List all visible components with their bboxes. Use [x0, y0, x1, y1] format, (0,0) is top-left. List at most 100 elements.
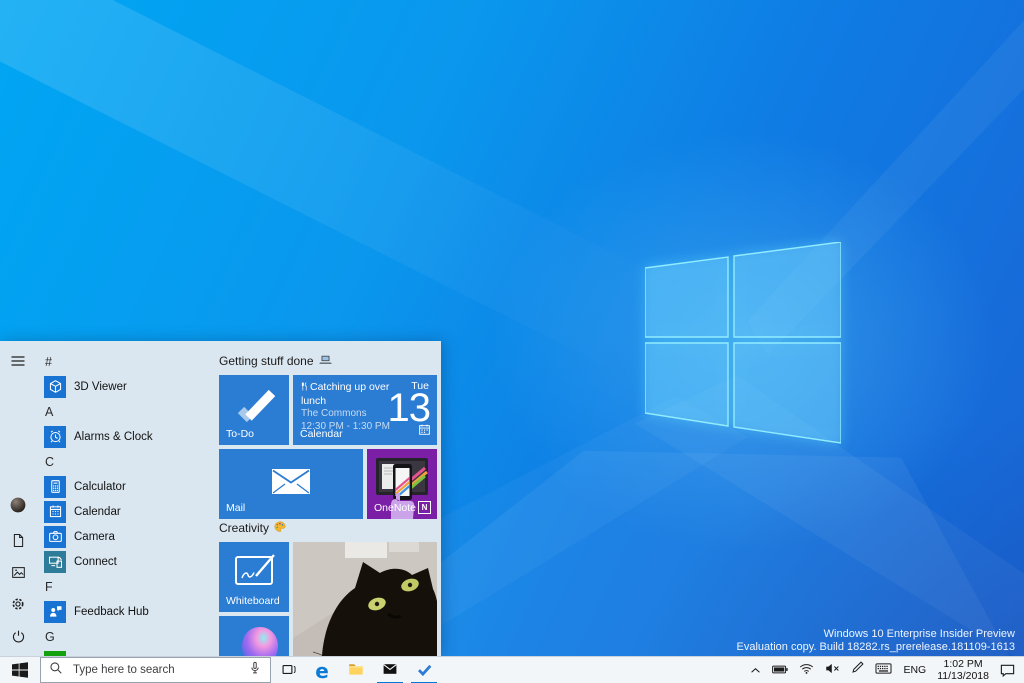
palette-emoji-icon [274, 521, 286, 535]
gear-icon [10, 596, 26, 617]
tile-whiteboard[interactable]: Whiteboard [219, 542, 289, 612]
search-box[interactable] [40, 657, 271, 683]
pen-settings[interactable] [851, 661, 865, 679]
tile-group-header-getting-stuff-done[interactable]: Getting stuff done [219, 354, 332, 368]
app-item-label: Connect [74, 555, 117, 568]
tile-calendar-label: Calendar [300, 428, 343, 440]
app-list-header-c[interactable]: C [36, 449, 216, 474]
fork-knife-icon [301, 382, 308, 395]
pictures-icon [11, 565, 26, 585]
app-item-camera[interactable]: Camera [36, 524, 216, 549]
user-avatar [10, 497, 26, 518]
app-list-header-a[interactable]: A [36, 399, 216, 424]
rail-pictures-button[interactable] [0, 559, 36, 591]
start-rail [0, 341, 36, 656]
chevron-up-icon [750, 661, 761, 679]
clock-date: 11/13/2018 [937, 670, 989, 682]
battery-indicator[interactable] [772, 661, 789, 679]
app-item-label: 3D Viewer [74, 380, 127, 393]
tile-group-header-creativity[interactable]: Creativity [219, 521, 286, 535]
action-center-icon [1000, 664, 1015, 677]
task-view-button[interactable] [271, 657, 305, 683]
start-button[interactable] [0, 657, 40, 683]
watermark-line1: Windows 10 Enterprise Insider Preview [823, 628, 1015, 640]
calendar-event-location: The Commons [301, 408, 367, 419]
file-explorer-button[interactable] [339, 657, 373, 683]
app-item-calculator[interactable]: Calculator [36, 474, 216, 499]
app-item-label: Feedback Hub [74, 605, 149, 618]
folder-icon [348, 661, 364, 680]
rail-documents-button[interactable] [0, 527, 36, 559]
tile-photos-cat[interactable] [293, 542, 437, 656]
tile-calendar[interactable]: Catching up over lunch The Commons 12:30… [293, 375, 437, 445]
app-item-calendar[interactable]: Calendar [36, 499, 216, 524]
group2-label: Creativity [219, 521, 270, 535]
network-indicator[interactable] [799, 661, 814, 679]
hidden-icons-button[interactable] [750, 661, 761, 679]
cat-photo [293, 542, 437, 656]
calendar-glyph-icon [419, 422, 430, 440]
windows-start-icon [12, 662, 28, 678]
rail-user-button[interactable] [0, 491, 36, 523]
volume-indicator[interactable] [825, 661, 840, 679]
app-item-alarms-clock[interactable]: Alarms & Clock [36, 424, 216, 449]
app-item-connect[interactable]: Connect [36, 549, 216, 574]
tile-whiteboard-label: Whiteboard [226, 595, 280, 607]
rail-expand-button[interactable] [0, 347, 36, 379]
language-indicator[interactable]: ENG [903, 664, 926, 676]
watermark: Windows 10 Enterprise Insider Preview Ev… [737, 628, 1015, 654]
app-item-label: Calendar [74, 505, 121, 518]
search-icon [49, 661, 63, 680]
mail-button[interactable] [373, 657, 407, 683]
calendar-event: Catching up over lunch The Commons 12:30… [301, 381, 397, 433]
app-item-label: Camera [74, 530, 115, 543]
todo-taskbar-icon [416, 661, 433, 681]
tile-onenote[interactable]: OneNote N [367, 449, 437, 519]
app-item-feedback-hub[interactable]: Feedback Hub [36, 599, 216, 624]
volume-muted-icon [825, 661, 840, 679]
envelope-icon [272, 469, 310, 494]
paint3d-balloon-icon [242, 627, 278, 656]
rail-settings-button[interactable] [0, 590, 36, 622]
pen-icon [851, 661, 865, 679]
keyboard-icon [875, 661, 892, 679]
alarms-clock-icon [44, 425, 66, 448]
taskbar-buttons: e [271, 657, 441, 683]
taskbar: e ENG 1:02 PM 11/13/2018 [0, 656, 1024, 683]
calendar-icon [44, 500, 66, 523]
system-tray: ENG 1:02 PM 11/13/2018 [750, 657, 1024, 683]
action-center-button[interactable] [1000, 664, 1015, 677]
document-icon [11, 533, 26, 553]
viewer3d-icon [44, 375, 66, 398]
search-input[interactable] [71, 663, 240, 677]
power-icon [11, 629, 26, 649]
task-view-icon [281, 662, 296, 680]
mail-taskbar-icon [382, 661, 398, 680]
app-item-3d-viewer[interactable]: 3D Viewer [36, 374, 216, 399]
laptop-emoji-icon [318, 354, 332, 368]
edge-button[interactable]: e [305, 657, 339, 683]
microphone-icon[interactable] [248, 661, 262, 680]
tile-todo[interactable]: To-Do [219, 375, 289, 445]
rail-power-button[interactable] [0, 623, 36, 655]
tile-mail[interactable]: Mail [219, 449, 363, 519]
todo-button[interactable] [407, 657, 441, 683]
tray-icons [750, 661, 892, 679]
app-list: #3D Viewer A Alarms & Clock C Calculator Cale… [36, 349, 216, 656]
tile-area: Getting stuff done To-Do Catching up ove… [219, 341, 441, 656]
tile-todo-label: To-Do [226, 428, 255, 440]
app-item-label: Alarms & Clock [74, 430, 153, 443]
tile-onenote-label: OneNote [374, 502, 417, 514]
calculator-icon [44, 475, 66, 498]
app-list-header-f[interactable]: F [36, 574, 216, 599]
tile-mail-label: Mail [226, 502, 246, 514]
app-list-header-#[interactable]: # [36, 349, 216, 374]
touch-keyboard-button[interactable] [875, 661, 892, 679]
clock[interactable]: 1:02 PM 11/13/2018 [937, 658, 989, 682]
start-menu: #3D Viewer A Alarms & Clock C Calculator Cale… [0, 341, 441, 656]
app-item-game-bar[interactable]: Game bar [36, 649, 216, 656]
tile-paint3d[interactable] [219, 616, 289, 656]
watermark-line2: Evaluation copy. Build 18282.rs_prerelea… [736, 641, 1015, 653]
group1-label: Getting stuff done [219, 354, 314, 368]
app-list-header-g[interactable]: G [36, 624, 216, 649]
